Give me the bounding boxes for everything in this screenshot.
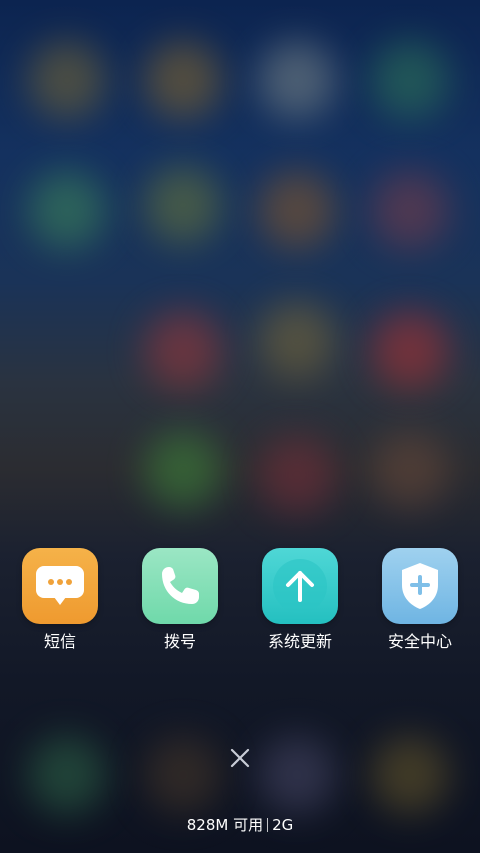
memory-status: 828M 可用 2G <box>0 815 480 835</box>
close-icon[interactable] <box>226 744 254 772</box>
app-security-center-label: 安全中心 <box>387 632 452 651</box>
app-sms-label: 短信 <box>43 632 76 651</box>
blurred-app-icon <box>258 41 336 119</box>
app-system-update-label: 系统更新 <box>267 632 332 651</box>
security-center-icon[interactable] <box>382 548 458 624</box>
memory-total: 2G <box>272 816 294 834</box>
message-icon[interactable] <box>22 548 98 624</box>
app-security-center[interactable]: 安全中心 <box>360 548 480 652</box>
blurred-app-icon <box>371 431 449 509</box>
blurred-app-icon <box>371 311 449 389</box>
blurred-app-icon <box>371 41 449 119</box>
recent-apps-row: 短信 拨号 系统更新 安全中心 <box>0 548 480 658</box>
blurred-app-icon <box>144 166 222 244</box>
blurred-app-icon <box>144 41 222 119</box>
status-divider <box>267 818 269 832</box>
app-system-update[interactable]: 系统更新 <box>240 548 360 652</box>
blurred-app-icon <box>28 41 106 119</box>
system-update-icon[interactable] <box>262 548 338 624</box>
memory-available: 828M 可用 <box>186 816 264 834</box>
app-sms[interactable]: 短信 <box>0 548 120 652</box>
blurred-app-icon <box>258 436 336 514</box>
blurred-app-icon <box>371 736 449 814</box>
blurred-home-screen <box>0 0 480 853</box>
blurred-app-icon <box>258 301 336 379</box>
app-dialer-label: 拨号 <box>163 632 196 651</box>
blurred-app-icon <box>144 431 222 509</box>
blurred-app-icon <box>28 736 106 814</box>
blurred-app-icon <box>28 171 106 249</box>
phone-icon[interactable] <box>142 548 218 624</box>
blurred-app-icon <box>258 736 336 814</box>
app-dialer[interactable]: 拨号 <box>120 548 240 652</box>
blurred-app-icon <box>371 171 449 249</box>
blurred-app-icon <box>144 736 222 814</box>
blurred-app-icon <box>144 311 222 389</box>
blurred-app-icon <box>258 171 336 249</box>
